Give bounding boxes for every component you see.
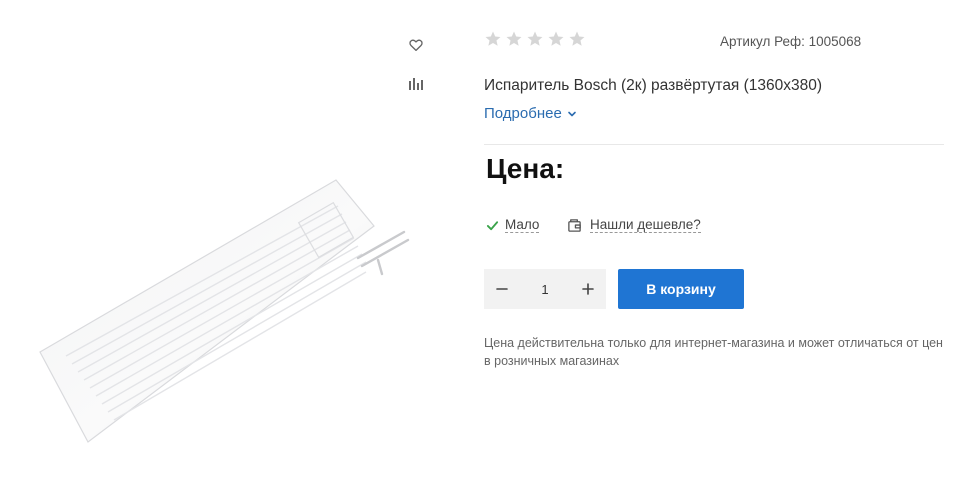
- wallet-icon: [568, 218, 581, 232]
- stock-label: Мало: [505, 217, 540, 233]
- price-note: Цена действительна только для интернет-м…: [484, 336, 943, 368]
- favorite-button[interactable]: [406, 35, 426, 55]
- heart-icon: [409, 39, 423, 51]
- more-details-label: Подробнее: [484, 105, 562, 122]
- add-to-cart-button[interactable]: В корзину: [618, 269, 744, 309]
- found-cheaper-label: Нашли дешевле?: [590, 217, 701, 233]
- star-icon[interactable]: [568, 30, 586, 48]
- product-image[interactable]: [36, 176, 416, 446]
- bar-chart-icon: [409, 78, 423, 90]
- quantity-increase-button[interactable]: [570, 269, 606, 309]
- divider: [484, 144, 944, 145]
- quantity-decrease-button[interactable]: [484, 269, 520, 309]
- product-title: Испаритель Bosch (2к) развёртутая (1360х…: [484, 77, 823, 94]
- more-details-link[interactable]: Подробнее: [484, 105, 577, 122]
- price-label: Цена:: [486, 153, 565, 184]
- chevron-down-icon: [567, 111, 576, 116]
- rating-stars[interactable]: [484, 30, 586, 48]
- plus-icon: [582, 283, 594, 295]
- check-icon: [486, 220, 499, 230]
- compare-button[interactable]: [406, 74, 426, 94]
- quantity-value[interactable]: 1: [525, 282, 565, 297]
- found-cheaper-link[interactable]: Нашли дешевле?: [567, 217, 701, 233]
- star-icon[interactable]: [526, 30, 544, 48]
- sku-label: Артикул Реф: 1005068: [720, 34, 862, 49]
- star-icon[interactable]: [505, 30, 523, 48]
- stock-status[interactable]: Мало: [486, 217, 540, 233]
- quantity-stepper[interactable]: 1: [484, 269, 606, 309]
- star-icon[interactable]: [547, 30, 565, 48]
- minus-icon: [496, 288, 508, 290]
- star-icon[interactable]: [484, 30, 502, 48]
